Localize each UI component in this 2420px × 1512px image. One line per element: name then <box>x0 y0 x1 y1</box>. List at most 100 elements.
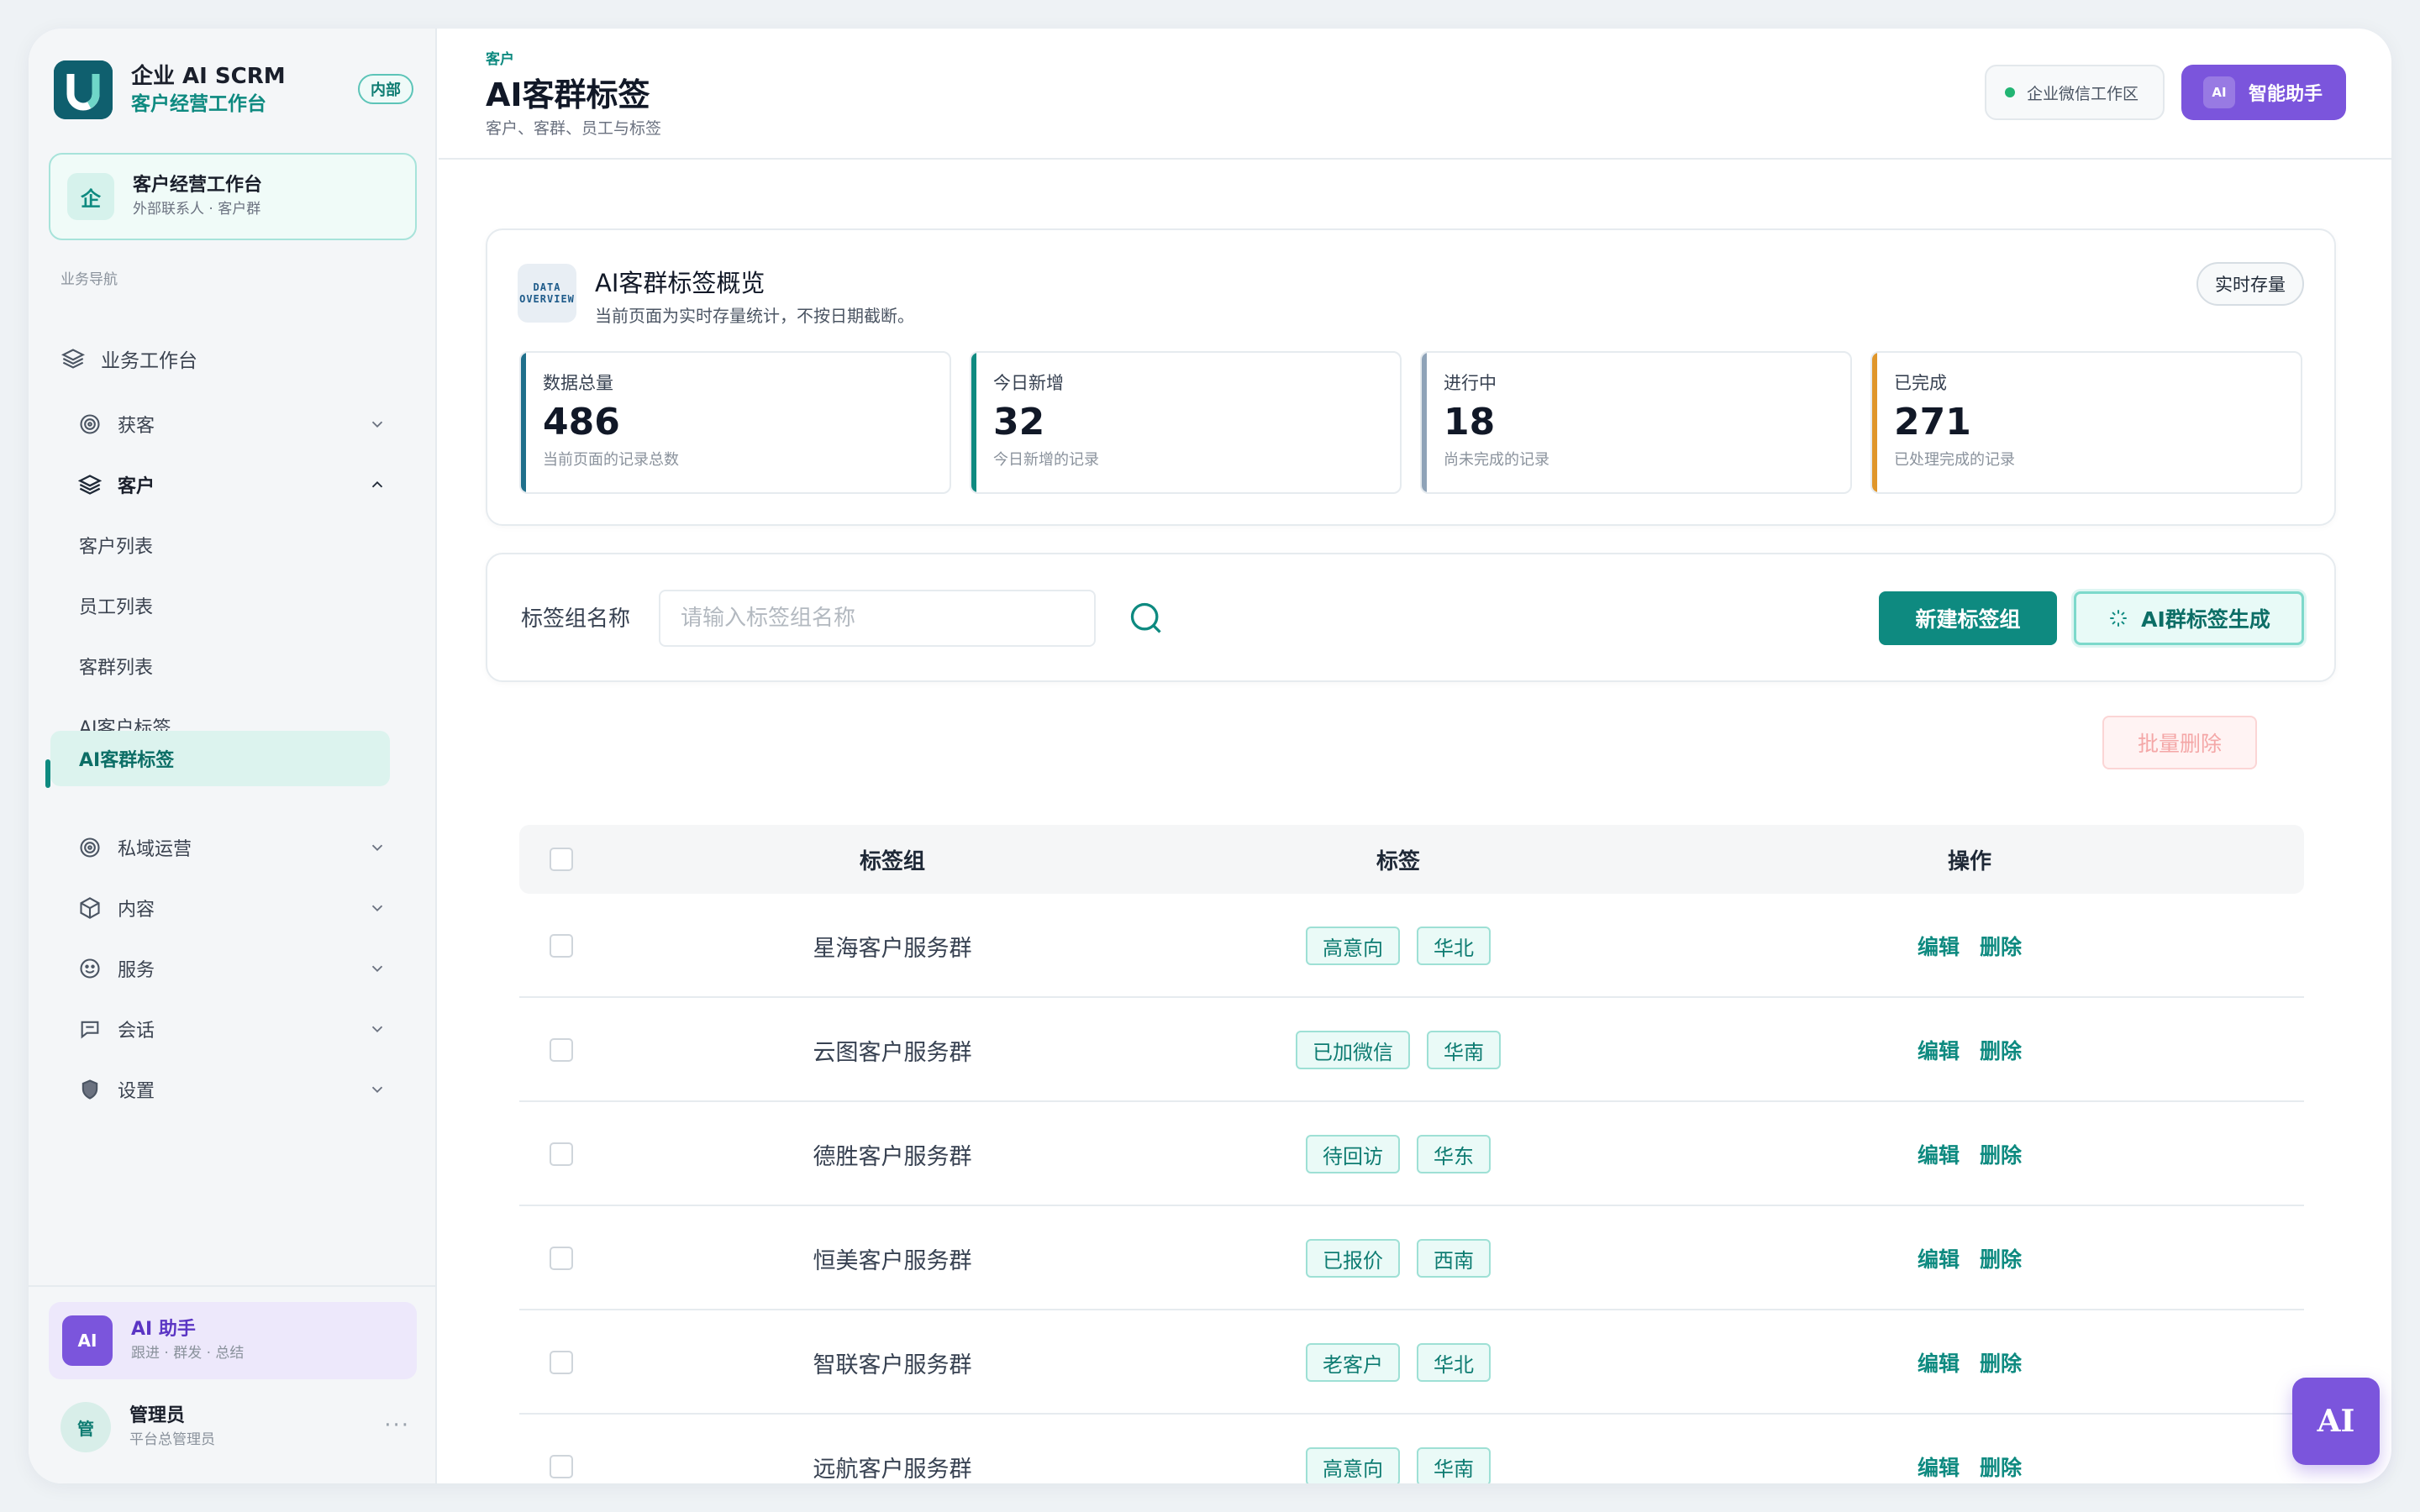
icon-text: DATA <box>533 281 561 293</box>
tag-group-name: 远航客户服务群 <box>813 1456 972 1483</box>
chevron-down-icon <box>371 965 383 973</box>
ai-avatar: AI <box>62 1315 113 1366</box>
workspace-env-pill[interactable]: 企业微信工作区 <box>1985 65 2165 120</box>
icon-text: OVERVIEW <box>519 293 575 305</box>
tag-group-name: 云图客户服务群 <box>813 1039 972 1066</box>
table-row: 云图客户服务群 已加微信 华南 编辑 删除 <box>519 998 2304 1102</box>
ai-floating-button[interactable]: AI <box>2292 1378 2380 1465</box>
sidebar-item-label: 客群列表 <box>79 658 154 679</box>
row-checkbox[interactable] <box>550 934 573 958</box>
env-label: 企业微信工作区 <box>2027 84 2139 103</box>
realtime-pill: 实时存量 <box>2196 262 2304 306</box>
tag-list: 高意向 华南 <box>1163 1415 1634 1483</box>
workspace-subtitle: 外部联系人 · 客户群 <box>133 201 261 218</box>
sidebar-item-staff-list[interactable]: 员工列表 <box>50 578 388 633</box>
stat-label: 数据总量 <box>543 373 613 393</box>
row-actions: 编辑 删除 <box>1818 894 2121 998</box>
stat-completed: 已完成 271 已处理完成的记录 <box>1870 351 2302 494</box>
sidebar-item-ai-group-tags[interactable]: AI客群标签 <box>50 731 390 786</box>
internal-badge: 内部 <box>358 74 413 104</box>
sidebar-item-service[interactable]: 服务 <box>77 941 418 996</box>
more-icon[interactable]: ··· <box>384 1413 410 1438</box>
search-icon[interactable] <box>1128 600 1165 637</box>
new-tag-group-button[interactable]: 新建标签组 <box>1879 591 2057 645</box>
tag-list: 已报价 西南 <box>1163 1206 1634 1310</box>
chevron-down-icon <box>371 844 383 852</box>
tag-chip: 高意向 <box>1306 1447 1400 1483</box>
delete-button[interactable]: 删除 <box>1980 1347 2022 1378</box>
stat-in-progress: 进行中 18 尚未完成的记录 <box>1420 351 1852 494</box>
edit-button[interactable]: 编辑 <box>1918 1452 1960 1482</box>
tag-list: 待回访 华东 <box>1163 1102 1634 1206</box>
overview-title: AI客群标签概览 <box>595 269 765 297</box>
sidebar-item-label: 会话 <box>118 1021 155 1042</box>
ai-assistant-card[interactable]: AI AI 助手 跟进 · 群发 · 总结 <box>49 1302 417 1379</box>
delete-button[interactable]: 删除 <box>1980 1139 2022 1169</box>
delete-button[interactable]: 删除 <box>1980 931 2022 961</box>
sidebar-item-content[interactable]: 内容 <box>77 880 418 936</box>
user-profile[interactable]: 管 管理员 平台总管理员 ··· <box>60 1398 418 1457</box>
edit-button[interactable]: 编辑 <box>1918 1347 1960 1378</box>
tag-chip: 华南 <box>1417 1447 1491 1483</box>
tag-chip: 华北 <box>1417 1343 1491 1382</box>
column-header: 标签组 <box>859 848 925 874</box>
tag-list: 老客户 华北 <box>1163 1310 1634 1415</box>
stat-note: 当前页面的记录总数 <box>543 451 679 469</box>
tag-group-name: 恒美客户服务群 <box>813 1247 972 1274</box>
row-checkbox[interactable] <box>550 1038 573 1062</box>
sidebar-item-customer-list[interactable]: 客户列表 <box>50 517 388 573</box>
smile-icon <box>77 956 103 981</box>
select-all-checkbox[interactable] <box>550 848 573 871</box>
smart-assistant-button[interactable]: AI 智能助手 <box>2181 65 2346 120</box>
sidebar-item-customers[interactable]: 客户 <box>77 457 418 512</box>
row-actions: 编辑 删除 <box>1818 998 2121 1102</box>
chevron-down-icon <box>371 421 383 428</box>
brand[interactable]: 企业 AI SCRM 客户经营工作台 <box>54 60 286 119</box>
stat-note: 已处理完成的记录 <box>1894 451 2015 469</box>
sidebar-item-dashboard[interactable]: 业务工作台 <box>60 331 418 386</box>
target-icon <box>77 835 103 860</box>
row-checkbox[interactable] <box>550 1247 573 1270</box>
shield-icon <box>77 1077 103 1102</box>
delete-button[interactable]: 删除 <box>1980 1452 2022 1482</box>
sidebar-item-label: 获客 <box>118 416 155 437</box>
sidebar-item-label: 业务工作台 <box>101 350 197 372</box>
sidebar-item-settings[interactable]: 设置 <box>77 1062 418 1117</box>
edit-button[interactable]: 编辑 <box>1918 1139 1960 1169</box>
stat-accent-bar <box>521 353 526 492</box>
tag-group-search-input[interactable] <box>659 590 1096 647</box>
page-title: AI客群标签 <box>486 76 650 113</box>
edit-button[interactable]: 编辑 <box>1918 931 1960 961</box>
chevron-down-icon <box>371 1026 383 1033</box>
sidebar-item-group-list[interactable]: 客群列表 <box>50 638 388 694</box>
breadcrumb[interactable]: 客户 <box>486 47 514 68</box>
sidebar-item-acquire[interactable]: 获客 <box>77 396 418 452</box>
stat-today-new: 今日新增 32 今日新增的记录 <box>970 351 1402 494</box>
row-checkbox[interactable] <box>550 1351 573 1374</box>
cube-icon <box>77 895 103 921</box>
tag-chip: 华北 <box>1417 927 1491 965</box>
sidebar-item-private-ops[interactable]: 私域运营 <box>77 820 418 875</box>
smart-assistant-label: 智能助手 <box>2249 84 2323 105</box>
tag-chip: 老客户 <box>1306 1343 1400 1382</box>
row-actions: 编辑 删除 <box>1818 1415 2121 1483</box>
user-name: 管理员 <box>129 1405 186 1426</box>
ai-tag: AI <box>2203 76 2235 108</box>
delete-button[interactable]: 删除 <box>1980 1243 2022 1273</box>
tag-list: 已加微信 华南 <box>1163 998 1634 1102</box>
page-header: 客户 AI客群标签 客户、客群、员工与标签 企业微信工作区 AI 智能助手 <box>439 29 2391 160</box>
tag-group-name: 智联客户服务群 <box>813 1352 972 1378</box>
row-checkbox[interactable] <box>550 1455 573 1478</box>
batch-delete-button[interactable]: 批量删除 <box>2102 716 2257 769</box>
sidebar-item-label: 内容 <box>118 900 155 921</box>
edit-button[interactable]: 编辑 <box>1918 1035 1960 1065</box>
stat-accent-bar <box>1422 353 1427 492</box>
workspace-switcher[interactable]: 企 客户经营工作台 外部联系人 · 客户群 <box>49 153 417 240</box>
delete-button[interactable]: 删除 <box>1980 1035 2022 1065</box>
ai-group-tag-generate-button[interactable]: AI群标签生成 <box>2074 591 2304 645</box>
tag-chip: 华东 <box>1417 1135 1491 1173</box>
sidebar-item-sessions[interactable]: 会话 <box>77 1001 418 1057</box>
overview-description: 当前页面为实时存量统计，不按日期截断。 <box>595 306 914 326</box>
row-checkbox[interactable] <box>550 1142 573 1166</box>
edit-button[interactable]: 编辑 <box>1918 1243 1960 1273</box>
